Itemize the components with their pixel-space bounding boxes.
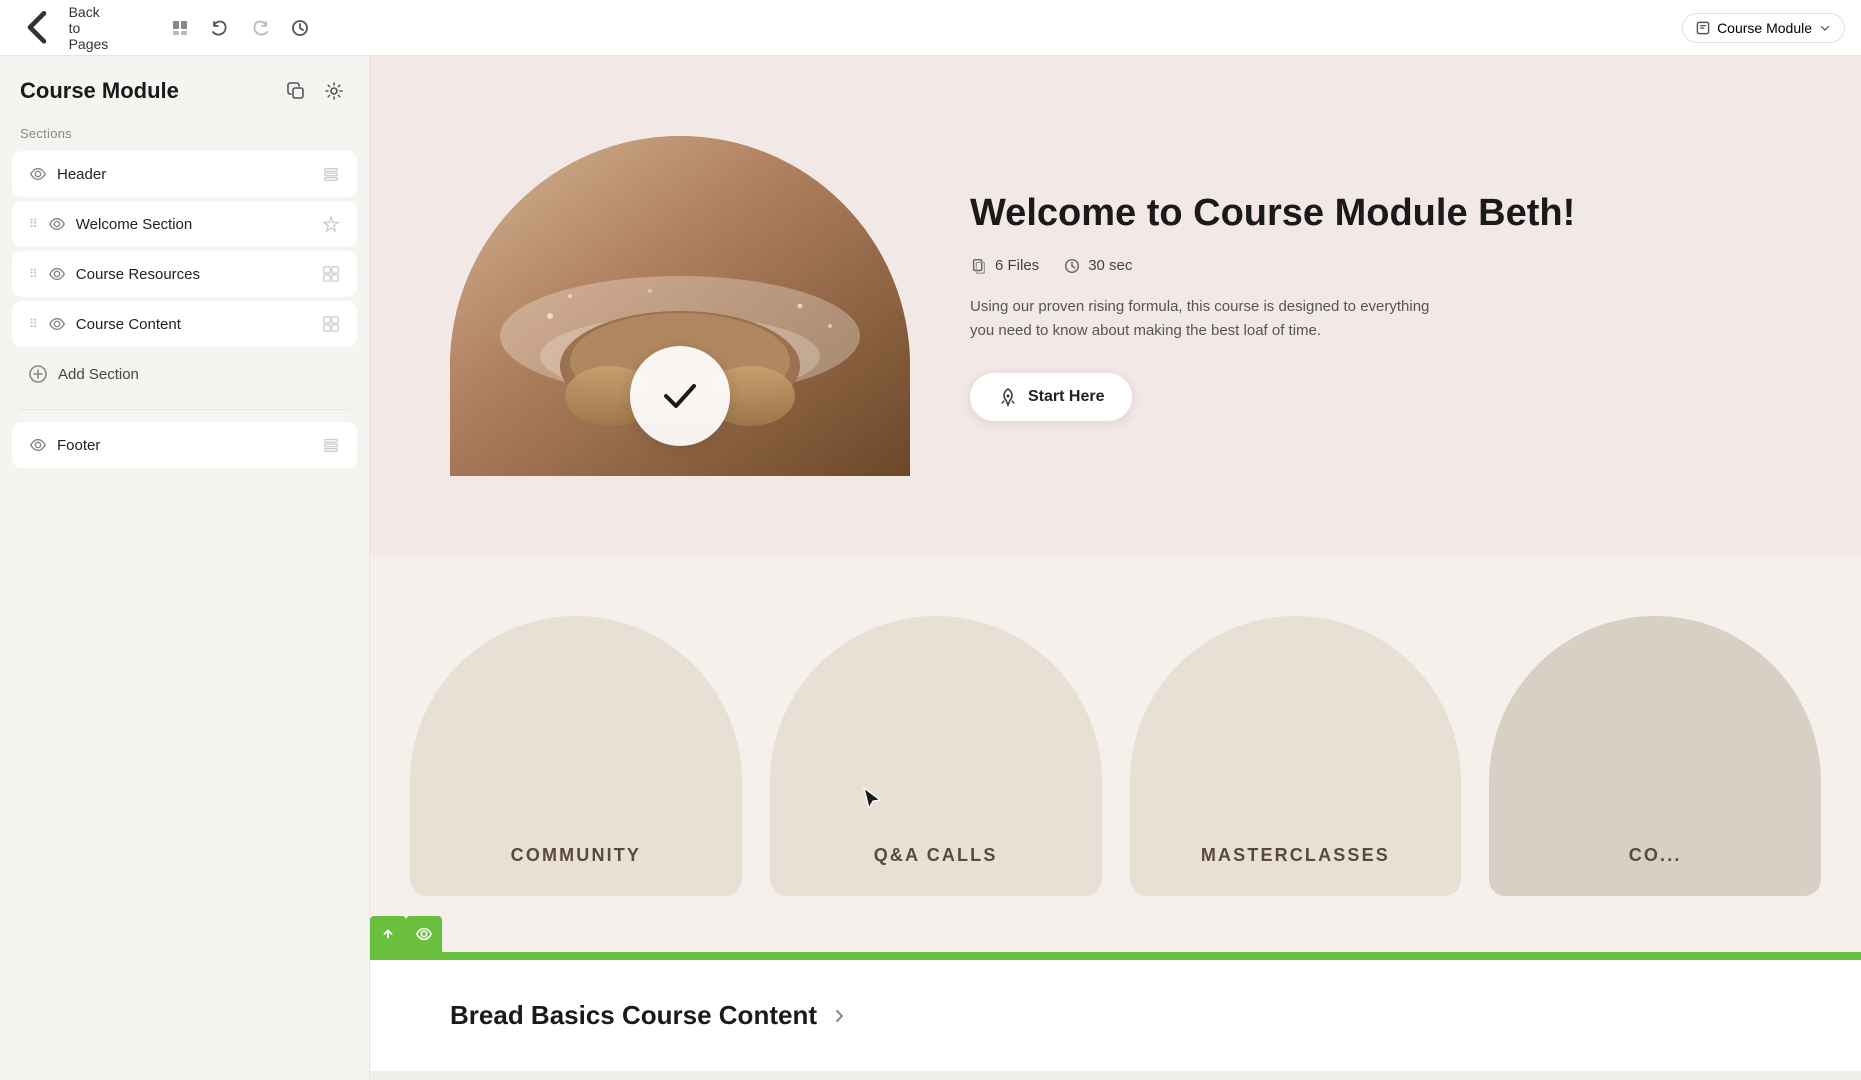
visibility-icon-content (48, 315, 66, 333)
main-layout: Course Module Sections (0, 56, 1861, 1080)
topbar-right: Course Module (1682, 13, 1845, 43)
redo-button[interactable] (244, 12, 276, 44)
start-here-label: Start Here (1028, 388, 1104, 406)
section-action-header (322, 165, 340, 183)
green-bar (370, 952, 1861, 956)
card-label-qa: Q&A CALLS (874, 845, 998, 866)
cards-section: COMMUNITY Q&A CALLS MASTERCLASSES CO... (370, 556, 1861, 956)
pages-button[interactable] (164, 12, 196, 44)
sidebar-divider (20, 409, 349, 410)
chevron-down-icon (1818, 21, 1832, 35)
copy-button[interactable] (281, 76, 311, 106)
back-arrow-icon (16, 4, 63, 51)
section-item-header[interactable]: Header (12, 151, 357, 197)
undo-icon (210, 18, 230, 38)
clock-icon (1063, 257, 1081, 275)
sidebar: Course Module Sections (0, 56, 370, 1080)
visibility-icon-welcome (48, 215, 66, 233)
pages-icon (170, 18, 190, 38)
floating-bar-buttons (370, 916, 442, 952)
course-content-title: Bread Basics Course Content (450, 1000, 1781, 1031)
visibility-icon-footer (29, 436, 47, 454)
eye-icon (415, 925, 433, 943)
topbar: Back to Pages (0, 0, 1861, 56)
feature-card-community: COMMUNITY (410, 616, 742, 896)
add-section-item[interactable]: Add Section (12, 351, 357, 397)
start-here-button[interactable]: Start Here (970, 373, 1132, 421)
redo-icon (250, 18, 270, 38)
course-content-title-text: Bread Basics Course Content (450, 1000, 817, 1031)
card-label-masterclasses: MASTERCLASSES (1201, 845, 1390, 866)
hero-section: Welcome to Course Module Beth! 6 Files (370, 56, 1861, 556)
sidebar-title: Course Module (20, 78, 179, 104)
undo-button[interactable] (204, 12, 236, 44)
history-button[interactable] (284, 12, 316, 44)
card-label-community: COMMUNITY (511, 845, 641, 866)
hero-text: Welcome to Course Module Beth! 6 Files (970, 191, 1781, 421)
topbar-center (164, 12, 316, 44)
drag-handle-resources: ⠿ (29, 267, 38, 281)
course-content-section: Bread Basics Course Content (370, 956, 1861, 1071)
hero-meta: 6 Files 30 sec (970, 257, 1781, 275)
arrow-right-icon (829, 1006, 849, 1026)
settings-button[interactable] (319, 76, 349, 106)
back-label: Back to Pages (69, 4, 113, 52)
checkmark-icon (658, 374, 702, 418)
visibility-icon-header (29, 165, 47, 183)
section-item-welcome[interactable]: ⠿ Welcome Section (12, 201, 357, 247)
duration-text: 30 sec (1088, 257, 1132, 274)
drag-handle-content: ⠿ (29, 317, 38, 331)
section-name-header: Header (57, 166, 312, 183)
files-icon (970, 257, 988, 275)
card-label-extra: CO... (1629, 845, 1682, 866)
section-item-content[interactable]: ⠿ Course Content (12, 301, 357, 347)
hero-description: Using our proven rising formula, this co… (970, 295, 1450, 343)
sidebar-header-actions (281, 76, 349, 106)
section-item-footer[interactable]: Footer (12, 422, 357, 468)
sidebar-header: Course Module (0, 56, 369, 114)
section-name-footer: Footer (57, 437, 312, 454)
add-section-label: Add Section (58, 366, 139, 383)
hero-title: Welcome to Course Module Beth! (970, 191, 1781, 237)
history-icon (290, 18, 310, 38)
feature-card-extra: CO... (1489, 616, 1821, 896)
module-name: Course Module (1717, 20, 1812, 36)
visibility-icon-resources (48, 265, 66, 283)
topbar-left: Back to Pages (16, 4, 112, 52)
course-module-selector[interactable]: Course Module (1682, 13, 1845, 43)
rocket-icon (998, 387, 1018, 407)
section-action-content (322, 315, 340, 333)
scroll-up-button[interactable] (370, 916, 406, 952)
sections-label: Sections (0, 114, 369, 149)
feature-card-masterclasses: MASTERCLASSES (1130, 616, 1462, 896)
checkmark-overlay (630, 346, 730, 446)
section-name-resources: Course Resources (76, 266, 312, 283)
files-count: 6 Files (995, 257, 1039, 274)
section-action-footer (322, 436, 340, 454)
hero-files: 6 Files (970, 257, 1039, 275)
section-action-resources (322, 265, 340, 283)
copy-icon (286, 81, 306, 101)
back-to-pages-link[interactable]: Back to Pages (16, 4, 112, 52)
hero-image-wrapper (450, 136, 910, 476)
preview-button[interactable] (406, 916, 442, 952)
hero-duration: 30 sec (1063, 257, 1132, 275)
section-name-course-content: Course Content (76, 316, 312, 333)
gear-icon (324, 81, 344, 101)
feature-card-qa: Q&A CALLS (770, 616, 1102, 896)
up-arrow-icon (379, 925, 397, 943)
content-area: Welcome to Course Module Beth! 6 Files (370, 56, 1861, 1080)
plus-circle-icon (28, 364, 48, 384)
section-action-welcome (322, 215, 340, 233)
module-icon (1695, 20, 1711, 36)
section-item-resources[interactable]: ⠿ Course Resources (12, 251, 357, 297)
drag-handle-welcome: ⠿ (29, 217, 38, 231)
section-name-welcome: Welcome Section (76, 216, 312, 233)
